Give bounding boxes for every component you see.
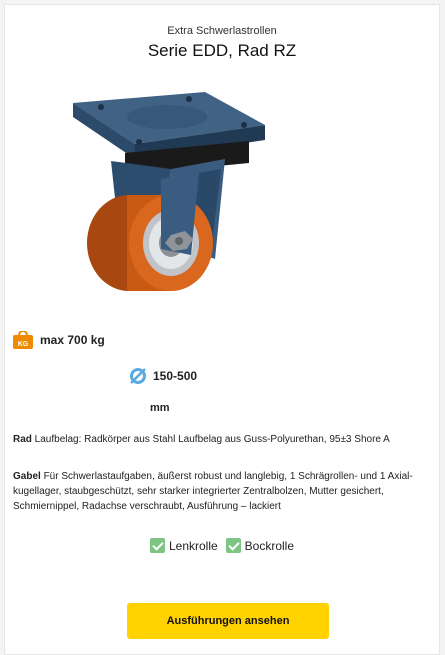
load-capacity-value: max 700 kg	[40, 333, 105, 347]
product-card: Extra Schwerlastrollen Serie EDD, Rad RZ	[4, 4, 440, 655]
wheel-diameter-value: 150-500	[153, 369, 198, 383]
weight-kg-icon: KG	[13, 331, 33, 349]
wheel-diameter-unit: mm	[150, 402, 170, 414]
product-image	[73, 92, 265, 291]
diameter-icon	[130, 368, 146, 384]
wheel-description-text: Laufbelag: Radkörper aus Stahl Laufbelag…	[31, 434, 390, 445]
type-swivel: Lenkrolle	[149, 538, 218, 553]
kg-badge-text: KG	[18, 341, 29, 348]
type-swivel-label: Lenkrolle	[168, 538, 218, 553]
type-fixed-label: Bockrolle	[244, 538, 295, 553]
wheel-description: Rad Laufbelag: Radkörper aus Stahl Laufb…	[13, 432, 433, 447]
type-fixed: Bockrolle	[225, 538, 295, 553]
view-variants-button[interactable]: Ausführungen ansehen	[127, 603, 329, 639]
checkmark-icon	[149, 538, 165, 553]
fork-description-label: Gabel	[13, 471, 41, 482]
checkmark-icon	[225, 538, 241, 553]
fork-description: Gabel Für Schwerlastaufgaben, äußerst ro…	[13, 469, 433, 514]
product-category: Extra Schwerlastrollen	[167, 25, 277, 37]
wheel-diameter: 150-500	[129, 367, 197, 385]
fork-description-text: Für Schwerlastaufgaben, äußerst robust u…	[13, 471, 413, 512]
wheel-description-label: Rad	[13, 434, 32, 445]
caster-types: Lenkrolle Bockrolle	[5, 538, 439, 553]
product-title: Serie EDD, Rad RZ	[147, 41, 297, 60]
load-capacity: KG max 700 kg	[13, 331, 105, 349]
